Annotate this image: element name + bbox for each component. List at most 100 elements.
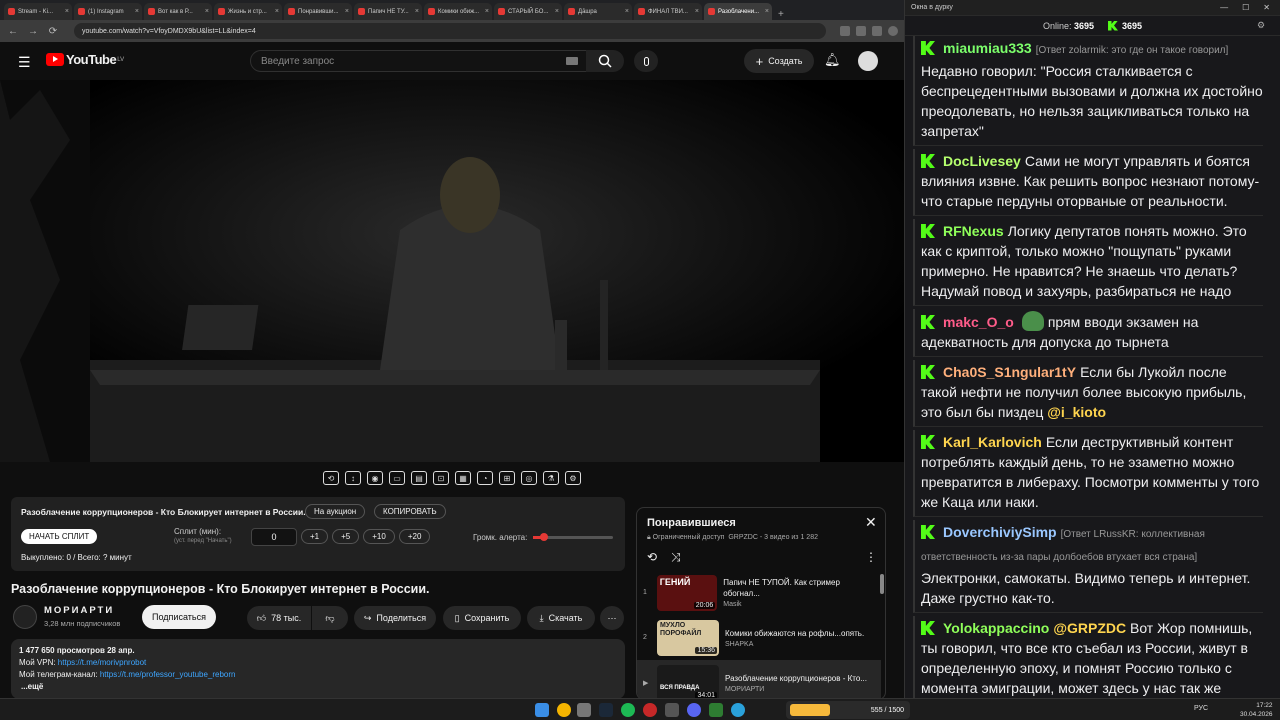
split-minutes-input[interactable]: 0 <box>251 528 297 546</box>
show-more-link[interactable]: ...ещё <box>21 681 617 693</box>
language-indicator[interactable]: РУС <box>1194 705 1208 712</box>
chat-username[interactable]: makc_O_o <box>943 314 1014 330</box>
browser-tab[interactable]: Разоблачени... × <box>704 3 772 20</box>
chat-settings-icon[interactable]: ⚙ <box>1257 20 1265 31</box>
tab-close-icon[interactable]: × <box>415 8 419 15</box>
chat-username[interactable]: DocLivesey <box>943 153 1021 169</box>
speed-icon[interactable]: ◔ <box>477 471 493 485</box>
browser-tab[interactable]: Дāшра × <box>564 3 632 20</box>
volume-thumb[interactable] <box>540 533 548 541</box>
crop-icon[interactable]: ⊡ <box>433 471 449 485</box>
tab-close-icon[interactable]: × <box>485 8 489 15</box>
video-player[interactable] <box>0 80 904 462</box>
extension-icon[interactable] <box>856 26 866 36</box>
chat-username[interactable]: Cha0S_S1ngular1tY <box>943 364 1076 380</box>
chat-username[interactable]: miaumiau333 <box>943 40 1032 56</box>
share-button[interactable]: ↪ Поделиться <box>354 606 436 630</box>
start-split-button[interactable]: НАЧАТЬ СПЛИТ <box>21 529 98 544</box>
telegram-icon[interactable] <box>731 703 745 717</box>
profile-icon[interactable] <box>888 26 898 36</box>
chat-username[interactable]: RFNexus <box>943 223 1004 239</box>
maximize-icon[interactable]: ☐ <box>1242 3 1249 12</box>
browser-tab[interactable]: ФИНАЛ ТВИ... × <box>634 3 702 20</box>
chat-username[interactable]: DoverchiviySimp <box>943 524 1057 540</box>
loop-playlist-icon[interactable]: ⟲ <box>647 550 657 564</box>
volume-slider[interactable] <box>533 533 613 541</box>
tab-close-icon[interactable]: × <box>205 8 209 15</box>
tab-close-icon[interactable]: × <box>625 8 629 15</box>
camera-icon[interactable]: ◎ <box>521 471 537 485</box>
clock[interactable]: 17:22 30.04.2026 <box>1240 701 1273 719</box>
save-button[interactable]: ▯ Сохранить <box>443 606 521 630</box>
voice-search-button[interactable] <box>634 50 658 72</box>
tab-close-icon[interactable]: × <box>135 8 139 15</box>
browser-tab[interactable]: (1) Instagram × <box>74 3 142 20</box>
audio-icon[interactable]: ◉ <box>367 471 383 485</box>
menu-icon[interactable]: ☰ <box>18 54 31 71</box>
avatar[interactable] <box>858 51 878 71</box>
extension-icon[interactable] <box>840 26 850 36</box>
subscribe-button[interactable]: Подписаться <box>142 605 216 629</box>
playlist-item-current[interactable]: ▶ ВСЯ ПРАВДА 34:01 Разоблачение коррупцио… <box>637 660 881 699</box>
app-icon[interactable] <box>643 703 657 717</box>
windows-start-icon[interactable] <box>535 703 549 717</box>
channel-avatar[interactable] <box>13 605 37 629</box>
telegram-link[interactable]: https://t.me/professor_youtube_reborn <box>100 670 236 679</box>
download-button[interactable]: ⤓ Скачать <box>527 606 595 630</box>
chat-mention[interactable]: @GRPZDC <box>1053 620 1126 636</box>
flask-icon[interactable]: ⚗ <box>543 471 559 485</box>
loop-icon[interactable]: ⟲ <box>323 471 339 485</box>
increment-1-button[interactable]: +1 <box>301 529 329 544</box>
reload-icon[interactable]: ⟳ <box>46 26 60 37</box>
tab-close-icon[interactable]: × <box>275 8 279 15</box>
copy-button[interactable]: КОПИРОВАТЬ <box>374 504 446 519</box>
playlist-menu-icon[interactable]: ⋮ <box>865 550 877 564</box>
bell-icon[interactable]: 🔔︎ <box>824 52 841 68</box>
vpn-link[interactable]: https://t.me/morivpnrobot <box>58 658 146 667</box>
browser-tab[interactable]: Stream - Ki... × <box>4 3 72 20</box>
browser-tab[interactable]: Комики обиж... × <box>424 3 492 20</box>
tab-close-icon[interactable]: × <box>345 8 349 15</box>
close-window-icon[interactable]: ✕ <box>1263 3 1270 12</box>
tab-close-icon[interactable]: × <box>555 8 559 15</box>
minimize-icon[interactable]: — <box>1220 3 1228 12</box>
app-icon[interactable] <box>665 703 679 717</box>
pip-icon[interactable]: ⊞ <box>499 471 515 485</box>
settings-icon[interactable]: ⚙ <box>565 471 581 485</box>
browser-tab[interactable]: Вот как в Р... × <box>144 3 212 20</box>
forward-icon[interactable]: → <box>26 26 40 37</box>
film-icon[interactable]: ▤ <box>411 471 427 485</box>
increment-10-button[interactable]: +10 <box>363 529 395 544</box>
browser-tab[interactable]: СТАРЫЙ БО... × <box>494 3 562 20</box>
address-bar[interactable]: youtube.com/watch?v=VfoyDMDX9bU&list=LL&… <box>74 23 826 39</box>
increment-5-button[interactable]: +5 <box>332 529 360 544</box>
search-button[interactable] <box>586 50 624 72</box>
shuffle-icon[interactable]: ⤨ <box>671 550 681 565</box>
increment-20-button[interactable]: +20 <box>398 529 431 544</box>
meme-party-widget[interactable]: 555 / 1500 <box>786 701 910 719</box>
create-button[interactable]: + Создать <box>744 49 814 73</box>
chrome-icon[interactable] <box>557 703 571 717</box>
youtube-logo[interactable]: YouTube LV <box>46 52 124 67</box>
chat-username[interactable]: Yolokappaccino <box>943 620 1049 636</box>
tab-close-icon[interactable]: × <box>65 8 69 15</box>
steam-icon[interactable] <box>599 703 613 717</box>
on-auction-button[interactable]: На аукцион <box>305 504 366 519</box>
theater-icon[interactable]: ▦ <box>455 471 471 485</box>
sort-icon[interactable]: ↕ <box>345 471 361 485</box>
playlist-item[interactable]: 1 ГЕНИЙ 20:06 Папич НЕ ТУПОЙ. Как стример… <box>637 570 881 615</box>
dislike-button[interactable]: 👎︎ <box>312 606 348 630</box>
explorer-icon[interactable] <box>577 703 591 717</box>
playlist-scrollbar[interactable] <box>880 574 884 594</box>
new-tab-button[interactable]: + <box>778 9 784 20</box>
discord-icon[interactable] <box>687 703 701 717</box>
playlist-item[interactable]: 2 МУХЛО ПОРОФАЙЛ 15:36 Комики обижаются н… <box>637 615 881 660</box>
chat-username[interactable]: Karl_Karlovich <box>943 434 1042 450</box>
spotify-icon[interactable] <box>621 703 635 717</box>
more-actions-button[interactable]: ⋯ <box>600 606 624 630</box>
tab-close-icon[interactable]: × <box>765 8 769 15</box>
tab-close-icon[interactable]: × <box>695 8 699 15</box>
cast-icon[interactable]: ▭ <box>389 471 405 485</box>
browser-tab[interactable]: Папич НЕ ТУ... × <box>354 3 422 20</box>
close-icon[interactable]: ✕ <box>865 514 877 531</box>
